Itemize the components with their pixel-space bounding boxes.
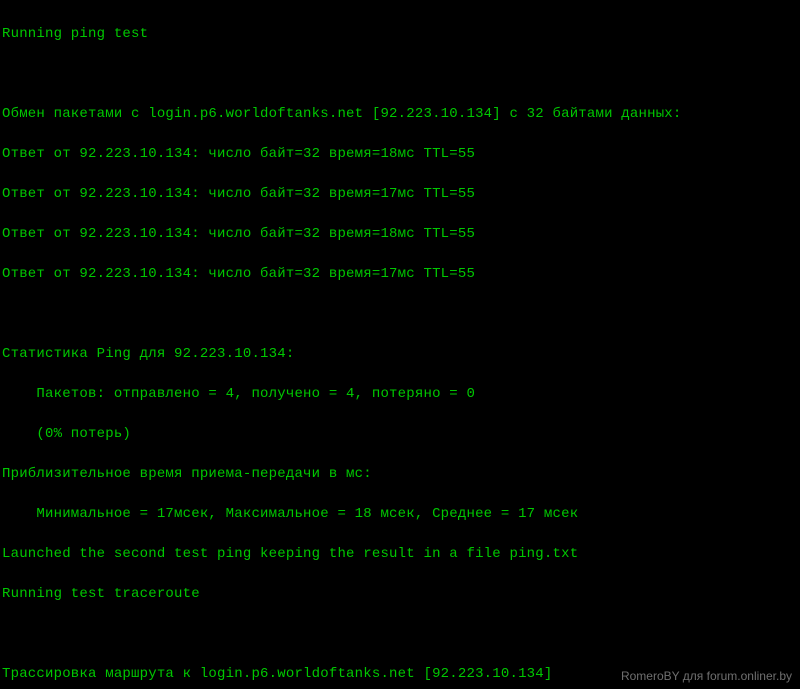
ping-reply: Ответ от 92.223.10.134: число байт=32 вр… <box>2 144 798 164</box>
ping-reply: Ответ от 92.223.10.134: число байт=32 вр… <box>2 224 798 244</box>
blank <box>2 624 798 644</box>
ping-stats-header: Статистика Ping для 92.223.10.134: <box>2 344 798 364</box>
watermark: RomeroBY для forum.onliner.by <box>621 669 792 683</box>
ping-loss: (0% потерь) <box>2 424 798 444</box>
terminal-output: Running ping test Обмен пакетами с login… <box>0 0 800 689</box>
trace-running: Running test traceroute <box>2 584 798 604</box>
ping-rtt-values: Минимальное = 17мсек, Максимальное = 18 … <box>2 504 798 524</box>
ping-rtt-header: Приблизительное время приема-передачи в … <box>2 464 798 484</box>
ping-exchange: Обмен пакетами с login.p6.worldoftanks.n… <box>2 104 798 124</box>
ping-packets: Пакетов: отправлено = 4, получено = 4, п… <box>2 384 798 404</box>
ping-launched: Launched the second test ping keeping th… <box>2 544 798 564</box>
ping-reply: Ответ от 92.223.10.134: число байт=32 вр… <box>2 264 798 284</box>
blank <box>2 64 798 84</box>
ping-reply: Ответ от 92.223.10.134: число байт=32 вр… <box>2 184 798 204</box>
ping-running: Running ping test <box>2 24 798 44</box>
blank <box>2 304 798 324</box>
